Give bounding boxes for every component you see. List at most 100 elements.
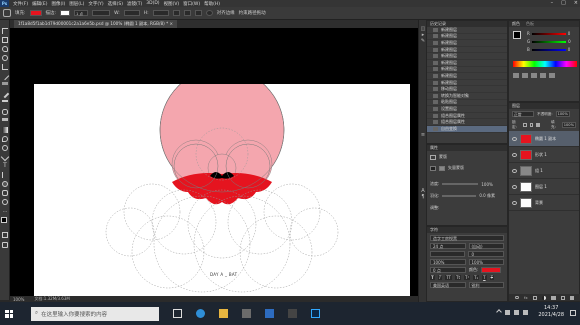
ellipse-tool-icon[interactable] xyxy=(2,181,8,187)
more-tools-icon[interactable]: … xyxy=(2,208,8,214)
layer-row[interactable]: 组 1 xyxy=(509,163,579,179)
pixel-mask-button[interactable] xyxy=(430,165,436,171)
history-item[interactable]: 新建图层 xyxy=(427,33,507,41)
tracking-field[interactable]: 0 xyxy=(468,251,504,257)
link-layers-icon[interactable] xyxy=(515,296,519,299)
channel-g-value[interactable]: 0 xyxy=(568,39,571,44)
settings-gear-icon[interactable] xyxy=(205,10,213,16)
shape-tool-icon[interactable] xyxy=(3,9,11,17)
move-tool-icon[interactable] xyxy=(2,28,8,34)
mail-icon[interactable] xyxy=(265,309,274,318)
layer-name[interactable]: 形状 1 xyxy=(535,152,547,158)
dodge-tool-icon[interactable] xyxy=(2,145,8,151)
menu-item-0[interactable]: 文件(F) xyxy=(13,1,28,7)
healing-brush-tool-icon[interactable] xyxy=(2,82,8,85)
screen-mode-icon[interactable] xyxy=(2,242,8,248)
layer-row[interactable]: 图层 1 xyxy=(509,179,579,195)
lasso-tool-icon[interactable] xyxy=(2,46,8,52)
stroke-swatch[interactable] xyxy=(60,10,71,16)
foreground-color-swatch[interactable] xyxy=(1,217,7,223)
lock-pixels-icon[interactable] xyxy=(522,123,527,127)
channel-b-value[interactable]: 0 xyxy=(568,47,571,52)
visibility-eye-icon[interactable] xyxy=(512,184,517,189)
brightness-icon[interactable] xyxy=(513,73,519,78)
all-caps-button[interactable]: TT xyxy=(445,275,453,280)
stroke-type-dropdown[interactable] xyxy=(92,10,111,16)
fill-swatch[interactable] xyxy=(29,10,42,16)
underline-button[interactable]: T xyxy=(482,275,487,280)
hand-tool-icon[interactable] xyxy=(2,190,8,196)
eyedropper-tool-icon[interactable] xyxy=(0,71,10,81)
notification-icon[interactable] xyxy=(570,310,576,316)
visibility-eye-icon[interactable] xyxy=(512,168,517,173)
faux-bold-button[interactable]: T xyxy=(430,275,435,280)
zoom-tool-icon[interactable] xyxy=(2,199,8,205)
color-fg-swatch[interactable] xyxy=(513,31,521,39)
menu-item-8[interactable]: 视图(V) xyxy=(164,1,180,7)
adjustment-layer-icon[interactable] xyxy=(541,295,546,300)
feather-slider[interactable] xyxy=(442,195,477,197)
ime-icon[interactable] xyxy=(523,310,528,315)
app-icon-1[interactable] xyxy=(288,309,297,318)
blend-mode-dropdown[interactable]: 正常 xyxy=(512,111,534,117)
visibility-eye-icon[interactable] xyxy=(512,136,517,141)
pen-tool-icon[interactable] xyxy=(0,152,10,162)
lock-all-icon[interactable] xyxy=(536,123,541,127)
small-caps-button[interactable]: Tt xyxy=(455,275,462,280)
close-tab-icon[interactable]: × xyxy=(170,21,174,26)
blur-tool-icon[interactable] xyxy=(2,136,8,142)
menu-item-9[interactable]: 窗口(W) xyxy=(183,1,200,7)
photoshop-taskbar-icon[interactable] xyxy=(311,309,320,318)
text-color-swatch[interactable] xyxy=(481,267,502,273)
menu-item-2[interactable]: 图像(I) xyxy=(51,1,65,7)
history-item[interactable]: 组合图层属性 xyxy=(427,119,507,126)
history-item[interactable]: 新建图层 xyxy=(427,53,507,60)
arrange-button[interactable] xyxy=(194,10,202,16)
new-layer-icon[interactable] xyxy=(560,295,565,300)
fx-icon[interactable]: fx xyxy=(524,295,528,300)
channel-r-value[interactable]: 0 xyxy=(568,31,571,36)
new-group-icon[interactable] xyxy=(550,295,556,300)
width-field[interactable] xyxy=(123,10,140,16)
document-tab[interactable]: 1f1a8d5f1ab1d79d00001c2a1a6e5b.psd @ 100… xyxy=(14,20,178,28)
history-item[interactable]: 转换为智能对象 xyxy=(427,93,507,100)
document-canvas[interactable]: DAY A _ BAT xyxy=(34,84,410,296)
path-ops-button[interactable] xyxy=(172,10,180,16)
density-slider[interactable] xyxy=(442,183,479,185)
horizontal-scale-field[interactable]: 100% xyxy=(468,259,504,265)
vibrance-icon[interactable] xyxy=(549,73,555,78)
exposure-icon[interactable] xyxy=(540,73,546,78)
history-brush-tool-icon[interactable] xyxy=(2,109,8,115)
fill-value[interactable]: 100% xyxy=(561,122,576,128)
subscript-button[interactable]: T₁ xyxy=(473,275,480,280)
superscript-button[interactable]: T¹ xyxy=(464,275,471,280)
edge-browser-icon[interactable] xyxy=(196,309,205,318)
eraser-tool-icon[interactable] xyxy=(2,118,8,121)
canvas-caption-text[interactable]: DAY A _ BAT xyxy=(210,272,237,277)
layer-row[interactable]: 背景 xyxy=(509,195,579,211)
menu-item-7[interactable]: 3D(D) xyxy=(146,1,159,7)
lock-position-icon[interactable] xyxy=(529,123,534,127)
opacity-value[interactable]: 100% xyxy=(555,111,570,117)
windows-start-icon[interactable] xyxy=(5,309,13,318)
visibility-eye-icon[interactable] xyxy=(512,200,517,205)
stroke-width-field[interactable]: 1 点 xyxy=(74,10,89,16)
menu-item-6[interactable]: 滤镜(T) xyxy=(127,1,142,7)
swatches-tab[interactable]: 色板 xyxy=(526,21,534,27)
vertical-scale-field[interactable]: 100% xyxy=(430,259,466,265)
stamp-tool-icon[interactable] xyxy=(2,100,8,106)
crop-tool-icon[interactable] xyxy=(2,64,8,70)
store-icon[interactable] xyxy=(242,309,251,318)
green-slider[interactable] xyxy=(532,40,567,43)
delete-layer-icon[interactable] xyxy=(569,295,574,300)
history-item[interactable]: 粘贴图层 xyxy=(427,99,507,107)
menu-item-4[interactable]: 文字(Y) xyxy=(88,1,103,7)
history-item[interactable]: 新建图层 xyxy=(427,66,507,74)
menu-item-3[interactable]: 图层(L) xyxy=(69,1,84,7)
taskbar-search-box[interactable]: ⌕ 在这里输入你要搜索的内容 xyxy=(31,306,159,321)
layer-name[interactable]: 组 1 xyxy=(535,168,543,174)
language-dropdown[interactable]: 美国英语 xyxy=(430,282,466,288)
brush-tool-icon[interactable] xyxy=(0,89,10,99)
menu-item-1[interactable]: 编辑(E) xyxy=(32,1,47,7)
color-tab[interactable]: 颜色 xyxy=(512,21,520,27)
